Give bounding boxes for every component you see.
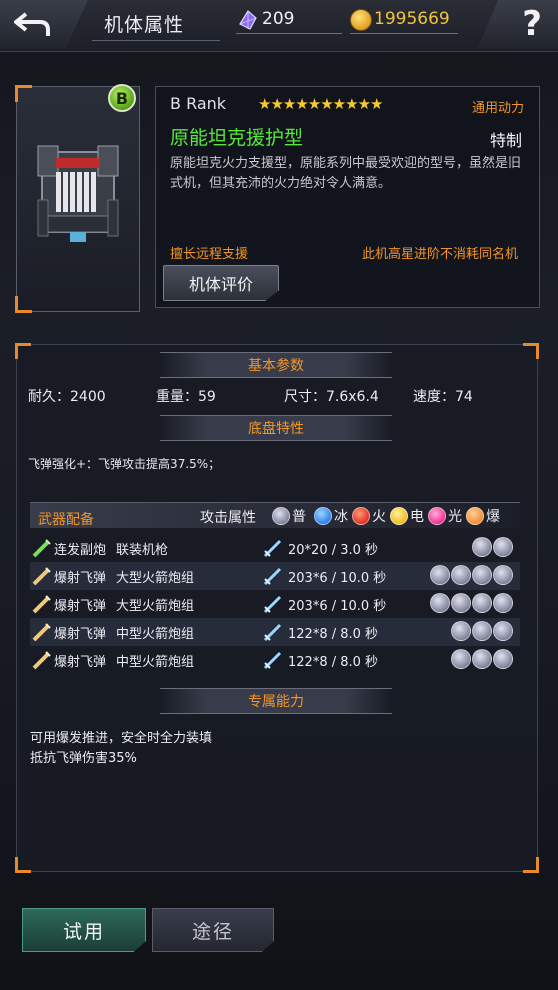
normal-orb-icon	[493, 649, 513, 669]
legend-normal: 普	[272, 506, 306, 526]
weapon-attack-orbs	[430, 593, 513, 613]
legend-ice: 冰	[314, 506, 348, 526]
mech-name: 原能坦克援护型	[170, 127, 304, 149]
weapon-name: 中型火箭炮组	[116, 627, 195, 642]
advance-trait: 此机高星进阶不消耗同名机	[362, 247, 519, 262]
mech-description: 原能坦克火力支援型，原能系列中最受欢迎的型号，虽然是旧式机，但其充沛的火力绝对令…	[170, 156, 522, 191]
gem-count: 209	[262, 9, 295, 29]
weapon-type: 连发副炮	[54, 543, 107, 558]
normal-orb-icon	[272, 507, 290, 525]
size-stat: 尺寸：7.6x6.4	[284, 389, 379, 405]
weapon-damage: 203*6 / 10.0 秒	[288, 599, 387, 614]
legend-blast: 爆	[466, 506, 500, 526]
normal-orb-icon	[472, 621, 492, 641]
normal-orb-icon	[493, 593, 513, 613]
missile-icon	[32, 623, 51, 642]
normal-orb-icon	[472, 593, 492, 613]
light-orb-icon	[428, 507, 446, 525]
page-title: 机体属性	[104, 14, 185, 36]
normal-orb-icon	[451, 565, 471, 585]
damage-sword-icon	[263, 539, 282, 558]
gem-icon	[239, 10, 257, 30]
normal-orb-icon	[472, 537, 492, 557]
specialty-trait: 擅长远程支援	[170, 247, 249, 262]
attack-attribute-label: 攻击属性	[200, 510, 256, 526]
weapon-type: 爆射飞弹	[54, 627, 107, 642]
weapon-name: 大型火箭炮组	[116, 599, 195, 614]
weapon-type: 爆射飞弹	[54, 571, 107, 586]
weapon-name: 联装机枪	[116, 543, 169, 558]
normal-orb-icon	[493, 565, 513, 585]
weapon-type: 爆射飞弹	[54, 655, 107, 670]
source-path-button[interactable]: 途径	[152, 908, 274, 952]
weapon-damage: 122*8 / 8.0 秒	[288, 655, 379, 670]
ice-orb-icon	[314, 507, 332, 525]
machine-gun-icon	[32, 539, 51, 558]
weapon-damage: 203*6 / 10.0 秒	[288, 571, 387, 586]
exclusive-ability-line: 抵抗飞弹伤害35%	[30, 751, 137, 766]
normal-orb-icon	[472, 649, 492, 669]
weight-stat: 重量：59	[156, 389, 216, 405]
exclusive-ability-heading: 专属能力	[160, 688, 392, 714]
basic-params-heading: 基本参数	[160, 352, 392, 378]
normal-orb-icon	[493, 537, 513, 557]
coin-icon	[350, 9, 372, 31]
coin-count: 1995669	[374, 9, 450, 29]
normal-orb-icon	[493, 621, 513, 641]
chassis-trait: 飞弹强化+：飞弹攻击提高37.5%；	[28, 457, 221, 471]
missile-icon	[32, 651, 51, 670]
fire-orb-icon	[352, 507, 370, 525]
weapon-damage: 122*8 / 8.0 秒	[288, 627, 379, 642]
mech-evaluation-button[interactable]: 机体评价	[163, 265, 279, 301]
missile-icon	[32, 567, 51, 586]
weapon-type: 爆射飞弹	[54, 599, 107, 614]
damage-sword-icon	[263, 623, 282, 642]
try-button[interactable]: 试用	[22, 908, 146, 952]
durability-stat: 耐久：2400	[28, 389, 106, 405]
title-divider	[92, 40, 220, 41]
legend-light: 光	[428, 506, 462, 526]
legend-electric: 电	[390, 506, 424, 526]
normal-orb-icon	[451, 593, 471, 613]
gem-divider	[236, 33, 342, 34]
weapons-heading: 武器配备	[38, 512, 94, 528]
weapon-name: 中型火箭炮组	[116, 655, 195, 670]
weapon-damage: 20*20 / 3.0 秒	[288, 543, 379, 558]
rank-badge: B	[108, 84, 136, 112]
normal-orb-icon	[430, 565, 450, 585]
legend-fire: 火	[352, 506, 386, 526]
weapon-attack-orbs	[451, 649, 513, 669]
coin-divider	[350, 33, 458, 34]
speed-stat: 速度：74	[413, 389, 473, 405]
damage-sword-icon	[263, 567, 282, 586]
normal-orb-icon	[451, 649, 471, 669]
rank-label: B Rank	[170, 94, 227, 113]
blast-orb-icon	[466, 507, 484, 525]
missile-icon	[32, 595, 51, 614]
back-arrow-icon	[14, 12, 50, 36]
weapon-attack-orbs	[472, 537, 513, 557]
power-type-tag: 通用动力	[472, 101, 525, 116]
weapon-attack-orbs	[451, 621, 513, 641]
damage-sword-icon	[263, 651, 282, 670]
damage-sword-icon	[263, 595, 282, 614]
star-rating: ★★★★★★★★★★	[258, 95, 383, 113]
special-tag: 特制	[490, 131, 523, 150]
exclusive-ability-line: 可用爆发推进，安全时全力装填	[30, 731, 213, 746]
electric-orb-icon	[390, 507, 408, 525]
weapon-name: 大型火箭炮组	[116, 571, 195, 586]
normal-orb-icon	[451, 621, 471, 641]
normal-orb-icon	[430, 593, 450, 613]
normal-orb-icon	[472, 565, 492, 585]
weapon-attack-orbs	[430, 565, 513, 585]
chassis-heading: 底盘特性	[160, 415, 392, 441]
mech-image	[37, 145, 119, 242]
